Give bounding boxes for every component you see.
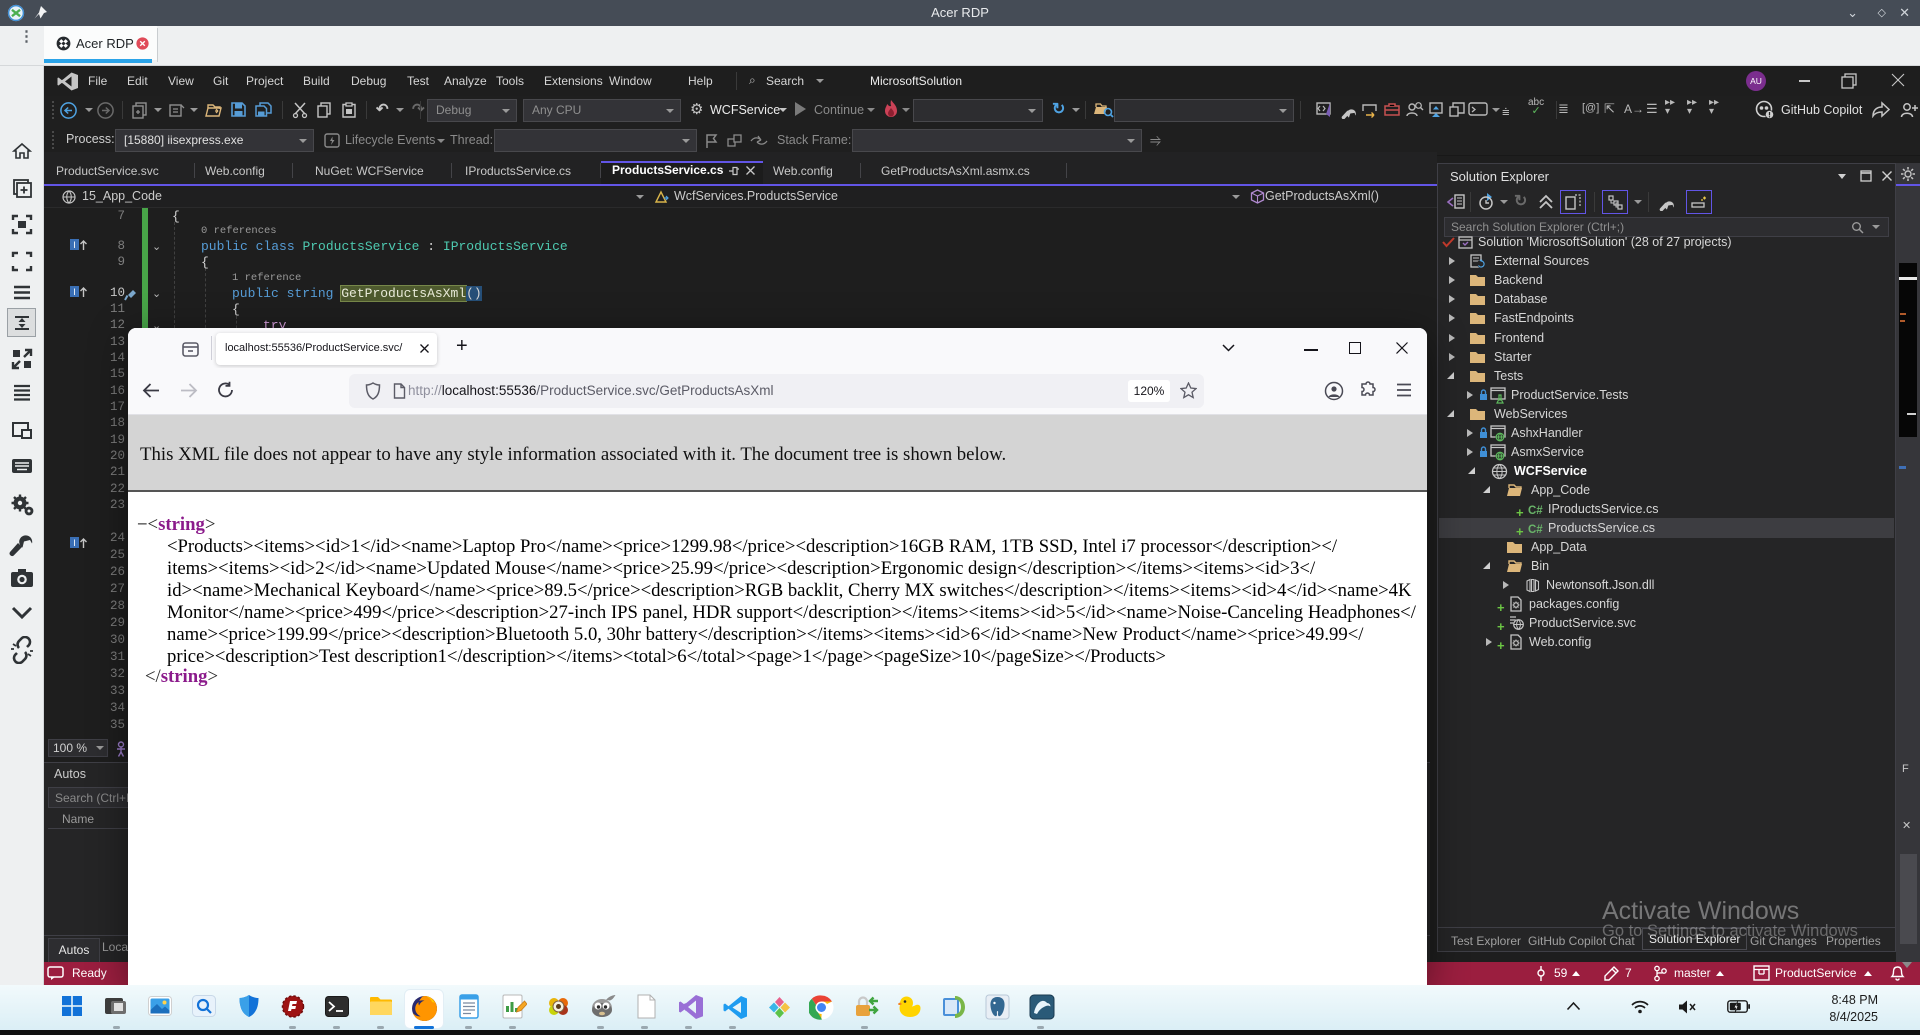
svg-text:I: I: [73, 240, 76, 250]
svg-text:I: I: [73, 287, 76, 297]
svg-text:I: I: [73, 538, 76, 548]
